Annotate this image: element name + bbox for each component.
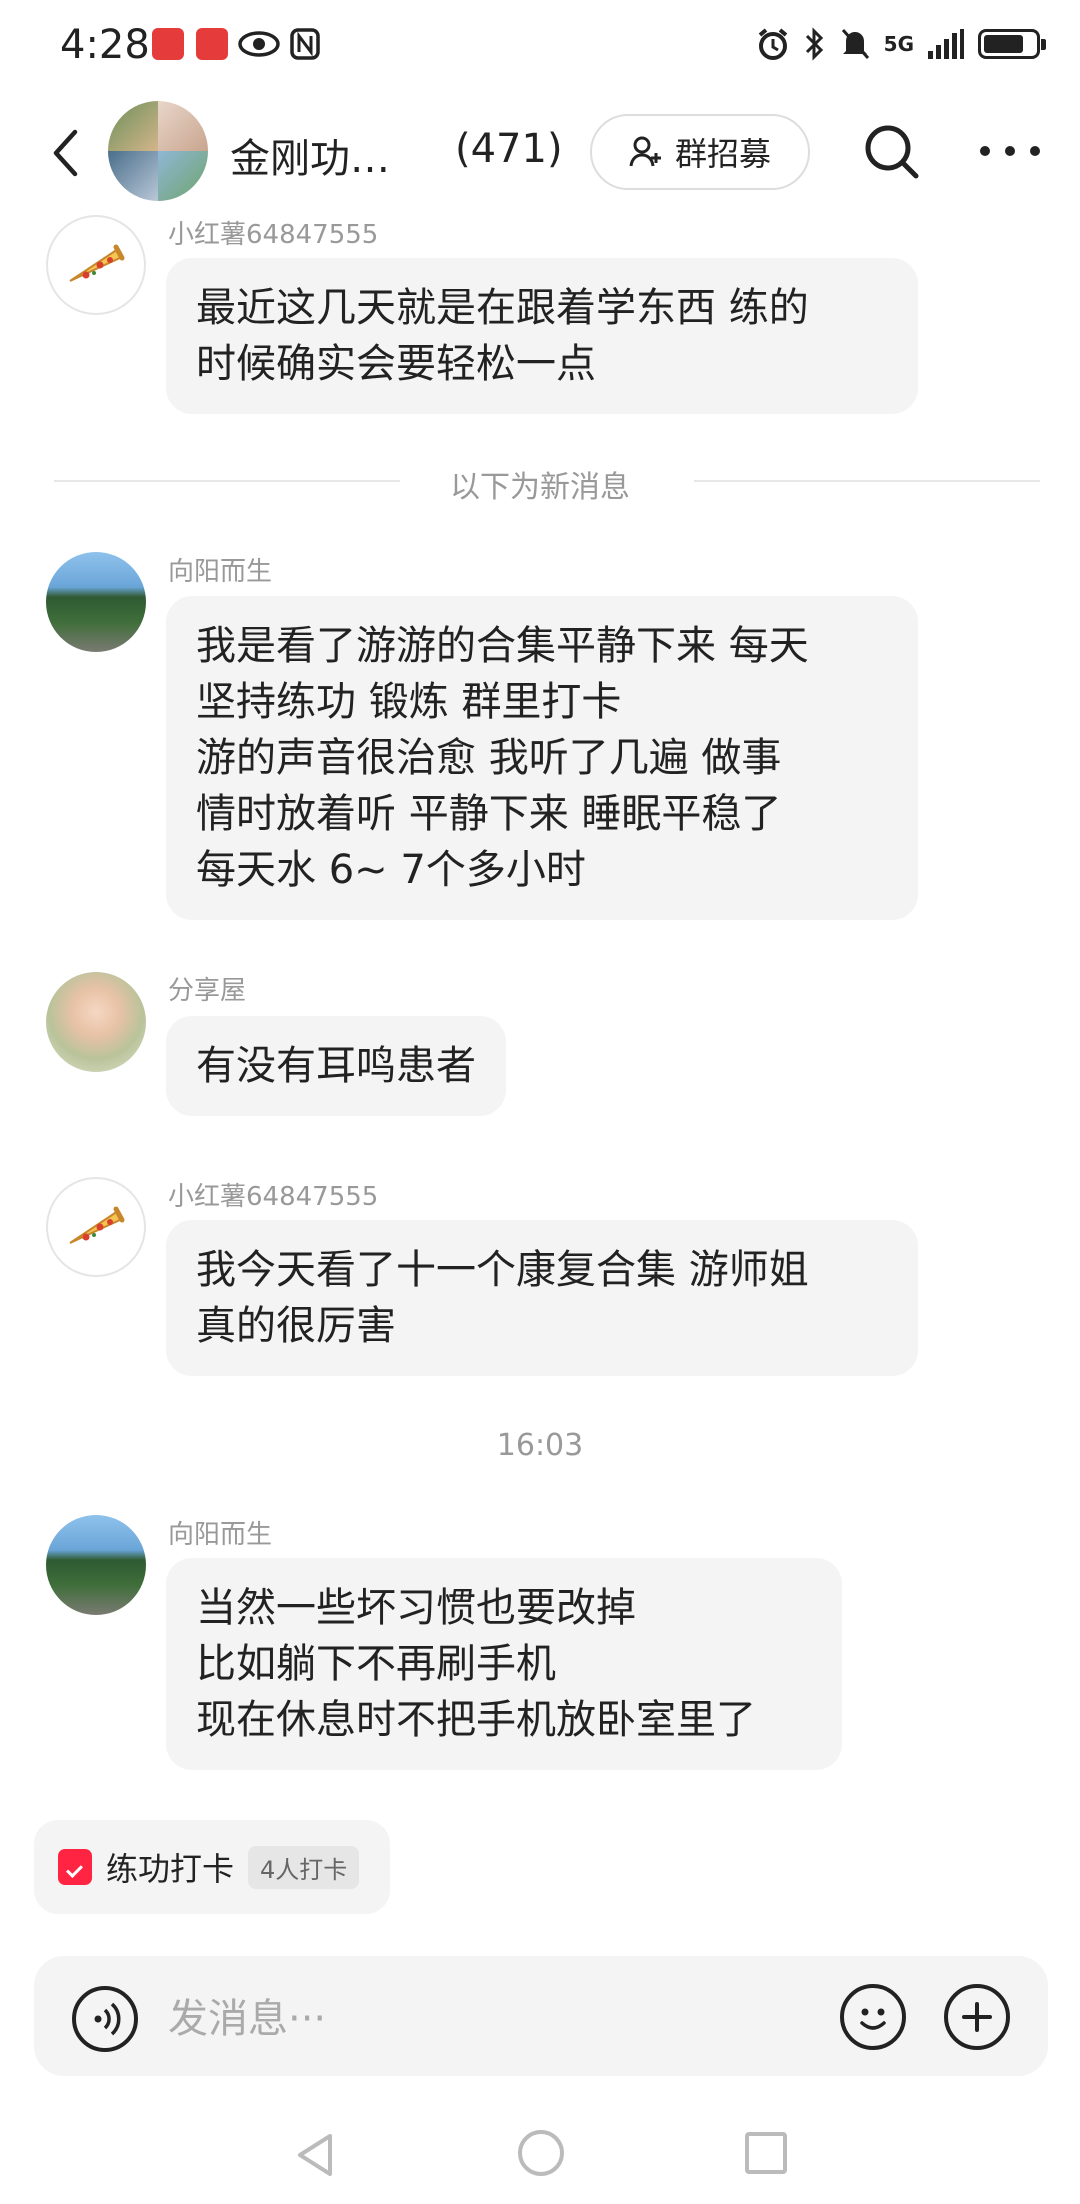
group-avatar[interactable] [108,101,208,201]
nfc-icon [290,28,320,64]
pizza-icon [69,1206,125,1244]
checkin-card[interactable]: 练功打卡 4人打卡 [34,1820,390,1914]
message-sender: 小红薯64847555 [168,220,379,250]
checkin-count-badge: 4人打卡 [248,1845,360,1889]
pizza-icon [69,244,125,282]
bluetooth-icon [805,27,823,61]
battery-icon [978,29,1046,59]
group-recruit-button[interactable]: 群招募 [590,114,810,190]
search-button[interactable] [860,120,924,184]
message-bubble[interactable]: 最近这几天就是在跟着学东西 练的 时候确实会要轻松一点 [166,258,918,414]
more-dot-icon [1030,146,1040,156]
alarm-icon [758,28,787,60]
voice-icon [94,2002,121,2036]
chevron-left-icon [53,129,78,177]
avatar[interactable] [46,215,146,315]
avatar[interactable] [46,552,146,652]
emoji-button[interactable] [840,1984,906,2050]
nav-recents-button[interactable] [745,2132,787,2174]
more-options-button[interactable] [980,126,1040,176]
group-title[interactable]: 金刚功… [230,126,390,184]
add-person-icon [629,136,661,167]
voice-button[interactable] [72,1986,138,2052]
calendar-check-icon [58,1849,92,1885]
nav-back-button[interactable] [290,2130,340,2180]
nav-home-button[interactable] [518,2130,564,2176]
back-button[interactable] [40,118,90,188]
message-sender: 分享屋 [168,976,247,1006]
avatar[interactable] [46,1515,146,1615]
plus-icon [962,2002,992,2032]
add-attachment-button[interactable] [944,1984,1010,2050]
message-bubble[interactable]: 当然一些坏习惯也要改掉 比如躺下不再刷手机 现在休息时不把手机放卧室里了 [166,1558,842,1770]
more-dot-icon [980,146,990,156]
message-bubble[interactable]: 我是看了游游的合集平静下来 每天 坚持练功 锻炼 群里打卡 游的声音很治愈 我听… [166,596,918,920]
message-sender: 向阳而生 [168,557,273,587]
checkin-label: 练功打卡 [106,1850,235,1888]
xiaohongshu-app-icon [196,28,228,60]
message-timestamp: 16:03 [496,1428,584,1463]
message-sender: 向阳而生 [168,1520,273,1550]
recruit-label: 群招募 [674,135,771,173]
member-count: (471) [455,126,563,172]
status-right-group: 5G [756,24,1046,64]
status-time: 4:28 [60,22,150,68]
message-input[interactable] [166,1988,820,2050]
mute-icon [841,29,869,59]
smiley-icon [860,2008,886,2030]
avatar[interactable] [46,972,146,1072]
new-messages-divider: 以下为新消息 [450,470,630,505]
triangle-back-icon [298,2134,332,2176]
huawei-app-icon [152,28,184,60]
signal-icon [928,29,964,59]
eye-icon [238,30,280,62]
network-type: 5G [883,32,914,56]
message-bubble[interactable]: 我今天看了十一个康复合集 游师姐 真的很厉害 [166,1220,918,1376]
search-icon [865,125,919,179]
message-sender: 小红薯64847555 [168,1182,379,1212]
avatar[interactable] [46,1177,146,1277]
message-bubble[interactable]: 有没有耳鸣患者 [166,1016,506,1116]
more-dot-icon [1005,146,1015,156]
